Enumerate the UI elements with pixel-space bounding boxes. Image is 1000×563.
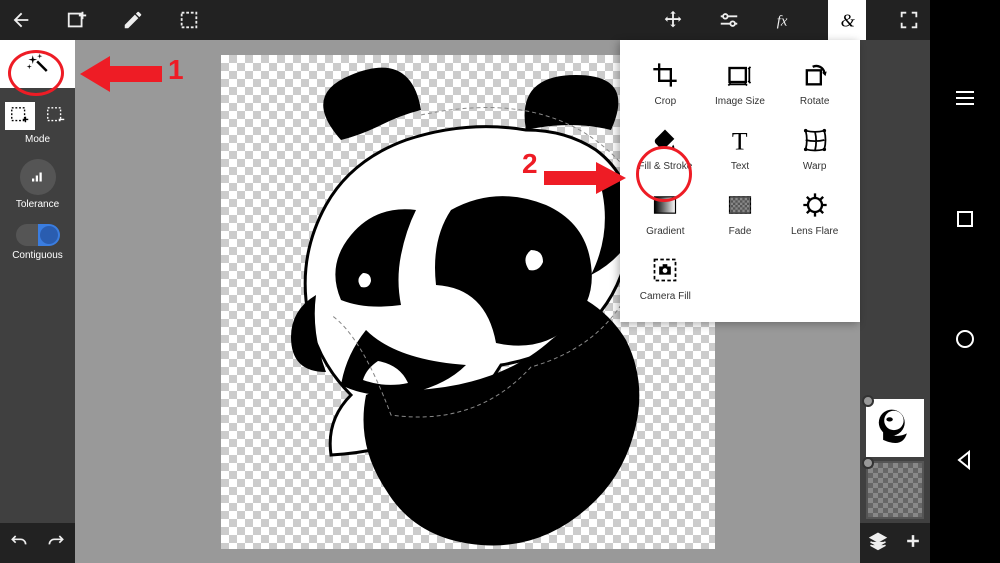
adjust-button[interactable] — [716, 7, 742, 33]
mode-tools — [0, 102, 75, 130]
annotation-label-1: 1 — [168, 54, 184, 86]
layer-thumbnail-1[interactable] — [866, 399, 924, 457]
move-button[interactable] — [660, 7, 686, 33]
menu-image-size[interactable]: Image Size — [705, 60, 776, 107]
undo-button[interactable] — [9, 531, 29, 556]
text-icon: T — [725, 125, 755, 155]
lens-flare-icon — [800, 190, 830, 220]
menu-warp[interactable]: Warp — [779, 125, 850, 172]
menu-fade[interactable]: Fade — [705, 190, 776, 237]
edit-button[interactable] — [120, 7, 146, 33]
fx-button[interactable]: fx — [772, 7, 798, 33]
add-image-button[interactable] — [64, 7, 90, 33]
rotate-icon — [800, 60, 830, 90]
fullscreen-button[interactable] — [896, 7, 922, 33]
layers-panel — [860, 395, 930, 523]
undo-redo-bar — [0, 523, 75, 563]
menu-text[interactable]: T Text — [705, 125, 776, 172]
annotation-arrow-1 — [80, 54, 162, 94]
android-home-button[interactable] — [953, 327, 977, 356]
menu-rotate[interactable]: Rotate — [779, 60, 850, 107]
annotation-label-2: 2 — [522, 148, 538, 180]
ampersand-button[interactable]: & — [828, 0, 866, 40]
image-size-icon — [725, 60, 755, 90]
mode-label: Mode — [0, 134, 75, 145]
menu-camera-fill[interactable]: Camera Fill — [630, 255, 701, 302]
layer-visibility-dot[interactable] — [862, 457, 874, 469]
top-toolbar: fx & — [0, 0, 930, 40]
warp-icon — [800, 125, 830, 155]
add-layer-button[interactable] — [903, 531, 923, 556]
menu-crop[interactable]: Crop — [630, 60, 701, 107]
annotation-circle-2 — [636, 146, 692, 202]
mode-subtract-button[interactable] — [41, 102, 71, 130]
mode-add-button[interactable] — [5, 102, 35, 130]
android-recent-button[interactable] — [953, 207, 977, 236]
contiguous-label: Contiguous — [0, 250, 75, 261]
redo-button[interactable] — [46, 531, 66, 556]
annotation-circle-1 — [8, 50, 64, 96]
android-back-button[interactable] — [953, 448, 977, 477]
layer-thumbnail-2[interactable] — [866, 461, 924, 519]
menu-lens-flare[interactable]: Lens Flare — [779, 190, 850, 237]
svg-text:&: & — [841, 10, 856, 30]
tolerance-label: Tolerance — [0, 199, 75, 210]
contiguous-toggle[interactable] — [16, 224, 60, 246]
layers-button[interactable] — [868, 531, 888, 556]
svg-text:fx: fx — [777, 14, 788, 30]
camera-fill-icon — [650, 255, 680, 285]
back-button[interactable] — [8, 7, 34, 33]
crop-select-button[interactable] — [176, 7, 202, 33]
left-sidebar: Mode Tolerance Contiguous — [0, 40, 75, 563]
fade-icon — [725, 190, 755, 220]
layer-visibility-dot[interactable] — [862, 395, 874, 407]
svg-text:T: T — [732, 126, 748, 154]
crop-icon — [650, 60, 680, 90]
android-menu-button[interactable] — [953, 86, 977, 115]
tolerance-button[interactable] — [20, 159, 56, 195]
annotation-arrow-2 — [544, 160, 626, 196]
android-nav-bar — [930, 0, 1000, 563]
right-sidebar — [860, 40, 930, 563]
layers-bottom-bar — [860, 523, 930, 563]
